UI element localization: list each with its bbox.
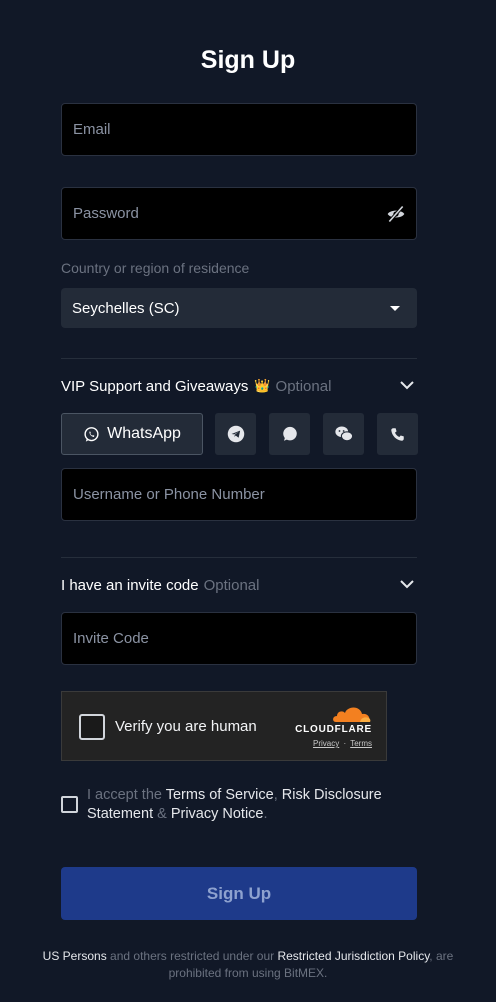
terms-of-service-link[interactable]: Terms of Service [166,787,274,803]
signal-button[interactable] [269,413,310,455]
cloudflare-wordmark: CLOUDFLARE [295,724,372,735]
footer-disclaimer: US Persons and others restricted under o… [40,948,456,982]
telegram-button[interactable] [215,413,256,455]
accept-period: . [263,806,268,822]
divider [61,557,417,558]
us-persons-text: US Persons [42,949,107,963]
caret-down-icon [390,306,400,311]
email-field-wrapper [61,103,417,156]
username-field-wrapper [61,468,417,521]
cloudflare-captcha: Verify you are human CLOUDFLARE Privacy … [61,691,387,761]
divider [61,358,417,359]
crown-icon: 👑 [254,378,271,393]
accept-terms-checkbox[interactable] [61,796,78,813]
country-label: Country or region of residence [61,260,250,276]
password-field[interactable] [62,188,416,239]
accept-terms: I accept the Terms of Service, Risk Disc… [61,786,421,824]
vip-title: VIP Support and Giveaways [61,377,249,395]
signal-icon [282,426,297,441]
privacy-notice-link[interactable]: Privacy Notice [171,806,264,822]
chevron-down-icon [400,580,414,589]
wechat-icon [334,426,353,442]
cloudflare-links: Privacy · Terms [290,739,372,748]
cloudflare-terms-link[interactable]: Terms [350,739,372,748]
whatsapp-icon [84,426,99,442]
page-title: Sign Up [200,46,296,74]
country-selected-value: Seychelles (SC) [72,299,180,317]
telegram-icon [227,425,244,443]
accept-terms-text: I accept the Terms of Service, Risk Disc… [87,786,421,824]
eye-off-icon[interactable] [386,204,406,224]
vip-optional-label: Optional [275,377,332,395]
footer-mid-text: and others restricted under our [106,949,278,963]
chevron-down-icon [400,381,414,390]
email-field[interactable] [62,104,416,155]
signup-page: Sign Up Country or region of residence S… [0,0,496,1002]
phone-icon [391,427,404,441]
invite-section-toggle[interactable]: I have an invite code Optional [61,574,417,596]
vip-section-toggle[interactable]: VIP Support and Giveaways 👑 Optional [61,375,417,397]
country-select[interactable]: Seychelles (SC) [61,288,417,328]
invite-optional-label: Optional [203,576,260,594]
captcha-label: Verify you are human [115,718,257,735]
cloud-icon [333,707,371,722]
invite-code-field[interactable] [62,613,416,664]
invite-title: I have an invite code [61,576,199,594]
whatsapp-button[interactable]: WhatsApp [61,413,203,455]
captcha-checkbox[interactable] [79,714,105,740]
cloudflare-privacy-link[interactable]: Privacy [313,739,339,748]
wechat-button[interactable] [323,413,364,455]
password-field-wrapper [61,187,417,240]
restricted-jurisdiction-policy-link[interactable]: Restricted Jurisdiction Policy [277,949,429,963]
username-or-phone-field[interactable] [62,469,416,520]
accept-ampersand: & [153,806,171,822]
whatsapp-label: WhatsApp [107,425,181,442]
accept-comma: , [273,787,282,803]
phone-button[interactable] [377,413,418,455]
accept-prefix: I accept the [87,787,166,803]
cloudflare-links-separator: · [343,739,347,748]
invite-code-field-wrapper [61,612,417,665]
sign-up-button[interactable]: Sign Up [61,867,417,920]
